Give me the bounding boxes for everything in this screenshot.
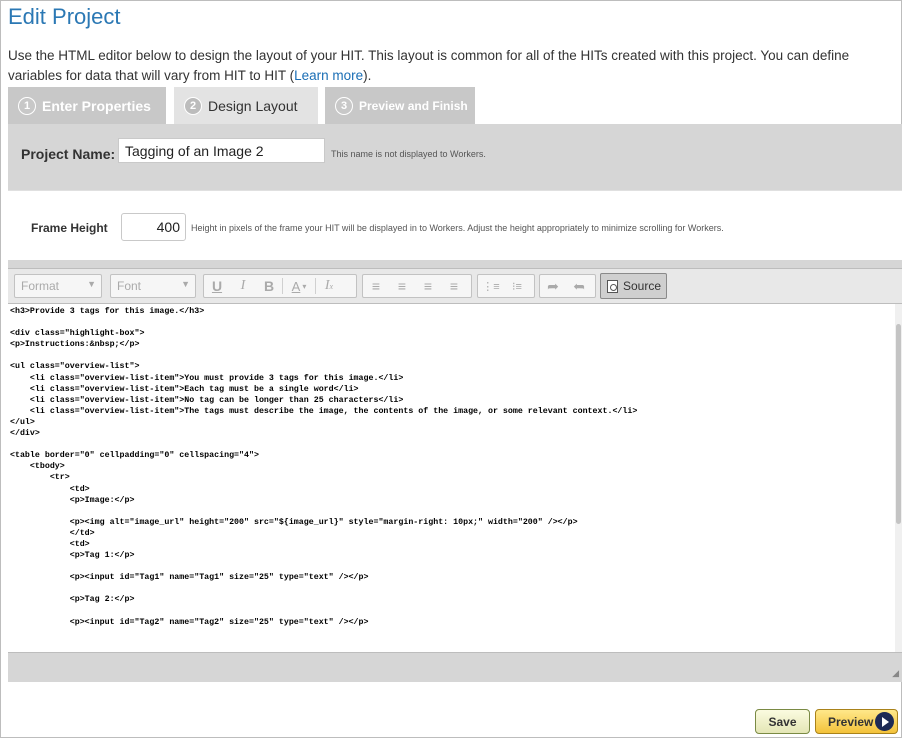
undo-icon[interactable]: ➦	[566, 275, 592, 297]
project-name-input[interactable]	[118, 138, 325, 163]
format-dropdown[interactable]: Format ▼	[14, 274, 102, 298]
editor-statusbar: ◢	[8, 652, 902, 682]
tab-label: Enter Properties	[42, 97, 151, 114]
step-number-1: 1	[18, 96, 36, 115]
redo-icon[interactable]: ➦	[540, 275, 566, 297]
learn-more-link[interactable]: Learn more	[294, 68, 363, 83]
justify-icon[interactable]: ≡	[441, 275, 467, 297]
editor-toolbar: Format ▼ Font ▼ U I B A ▾ Ix ≡ ≡ ≡ ≡ ⋮≡ ⁝…	[8, 268, 902, 304]
text-style-group: U I B A ▾ Ix	[203, 274, 357, 298]
list-group: ⋮≡ ⁝≡	[477, 274, 535, 298]
resize-handle-icon[interactable]: ◢	[892, 668, 899, 679]
tab-design-layout[interactable]: 2 Design Layout	[174, 87, 318, 124]
text-color-button[interactable]: A ▾	[283, 275, 315, 297]
text-color-icon: A	[291, 278, 301, 294]
design-panel: Project Name: This name is not displayed…	[8, 124, 902, 682]
tab-label: Preview and Finish	[359, 98, 468, 113]
frame-height-label: Frame Height	[31, 221, 108, 235]
preview-button[interactable]: Preview	[815, 709, 898, 734]
underline-button[interactable]: U	[204, 275, 230, 297]
history-group: ➦ ➦	[539, 274, 596, 298]
tab-enter-properties[interactable]: 1 Enter Properties	[8, 87, 166, 124]
alignment-group: ≡ ≡ ≡ ≡	[362, 274, 472, 298]
italic-button[interactable]: I	[230, 275, 256, 297]
align-right-icon[interactable]: ≡	[415, 275, 441, 297]
tab-label: Design Layout	[208, 97, 298, 114]
project-name-label: Project Name:	[21, 146, 116, 162]
preview-button-label: Preview	[828, 714, 874, 729]
page-title: Edit Project	[8, 4, 121, 29]
intro-end: ).	[363, 68, 372, 83]
source-icon	[607, 279, 618, 293]
chevron-down-icon: ▼	[87, 279, 96, 289]
intro-paragraph: Use the HTML editor below to design the …	[8, 46, 888, 86]
editor-scrollbar[interactable]	[895, 304, 902, 652]
font-dropdown[interactable]: Font ▼	[110, 274, 196, 298]
tab-preview-and-finish[interactable]: 3 Preview and Finish	[325, 87, 475, 124]
scrollbar-thumb[interactable]	[896, 324, 901, 524]
source-button[interactable]: Source	[600, 273, 667, 299]
play-icon	[875, 712, 894, 731]
chevron-down-icon: ▼	[181, 279, 190, 289]
align-center-icon[interactable]: ≡	[389, 275, 415, 297]
source-code: <h3>Provide 3 tags for this image.</h3> …	[10, 307, 638, 627]
save-button[interactable]: Save	[755, 709, 810, 734]
bold-button[interactable]: B	[256, 275, 282, 297]
project-name-row: Project Name: This name is not displayed…	[8, 124, 902, 190]
remove-format-icon: x	[329, 281, 334, 291]
format-dropdown-label: Format	[21, 279, 60, 293]
project-name-hint: This name is not displayed to Workers.	[331, 149, 486, 159]
step-number-3: 3	[335, 96, 353, 115]
frame-height-input[interactable]	[121, 213, 186, 241]
align-left-icon[interactable]: ≡	[363, 275, 389, 297]
bullet-list-icon[interactable]: ⁝≡	[504, 275, 530, 297]
frame-height-hint: Height in pixels of the frame your HIT w…	[191, 223, 724, 233]
remove-format-button[interactable]: Ix	[316, 275, 342, 297]
source-editor[interactable]: <h3>Provide 3 tags for this image.</h3> …	[8, 304, 895, 652]
step-tabs: 1 Enter Properties 2 Design Layout 3 Pre…	[8, 87, 888, 124]
font-dropdown-label: Font	[117, 279, 142, 293]
frame-height-row: Frame Height Height in pixels of the fra…	[8, 190, 902, 260]
numbered-list-icon[interactable]: ⋮≡	[478, 275, 504, 297]
step-number-2: 2	[184, 96, 202, 115]
source-button-label: Source	[623, 279, 662, 293]
chevron-down-icon: ▾	[302, 281, 307, 291]
intro-text: Use the HTML editor below to design the …	[8, 48, 850, 83]
